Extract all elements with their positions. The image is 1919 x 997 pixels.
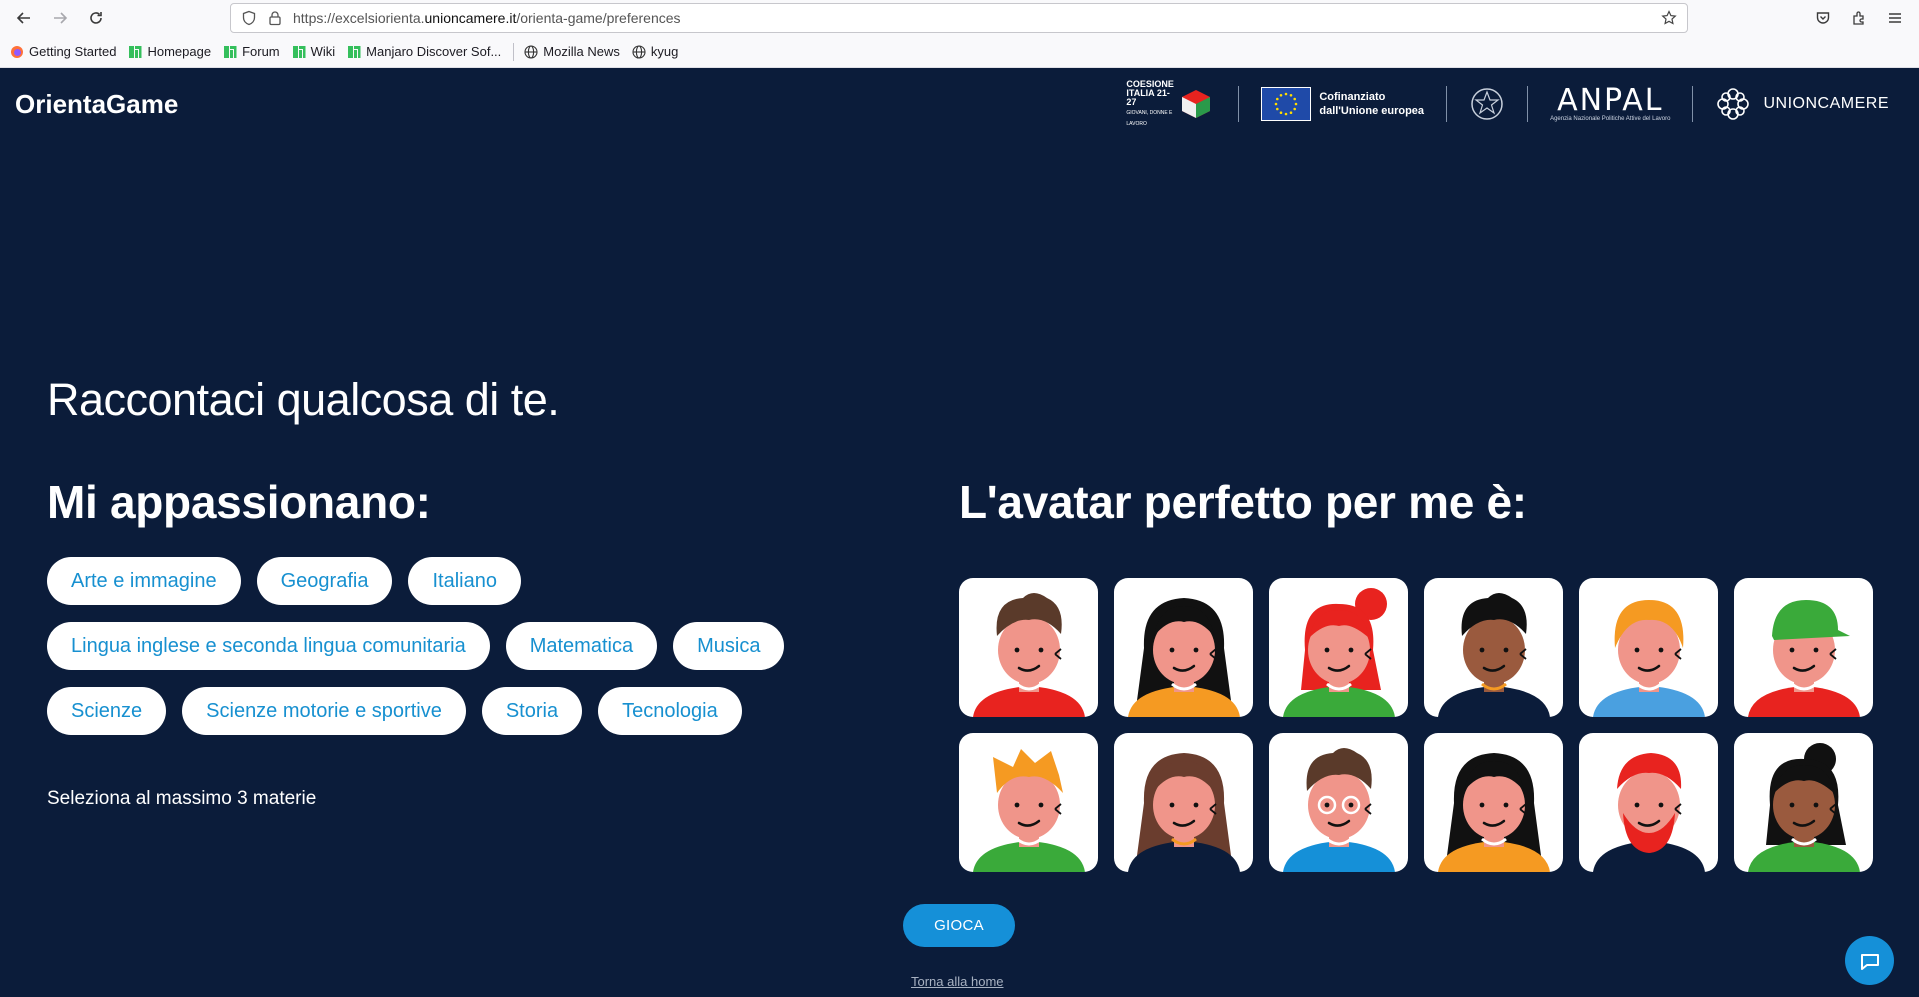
address-bar[interactable]: https://excelsiorienta.unioncamere.it/or… bbox=[230, 3, 1688, 33]
subject-chip[interactable]: Matematica bbox=[505, 622, 658, 670]
globe-icon bbox=[524, 44, 538, 59]
manjaro-icon bbox=[223, 45, 237, 59]
coesione-text: COESIONE ITALIA 21-27 bbox=[1126, 78, 1174, 107]
subject-chip[interactable]: Arte e immagine bbox=[47, 557, 241, 605]
partner-logos: COESIONE ITALIA 21-27 GIOVANI, DONNE E LA… bbox=[1126, 79, 1889, 128]
back-arrow-icon[interactable] bbox=[10, 4, 38, 32]
bookmark-label: kyug bbox=[650, 44, 679, 59]
subjects-heading: Mi appassionano: bbox=[47, 476, 431, 528]
manjaro-icon bbox=[128, 45, 142, 59]
logo-divider bbox=[1527, 86, 1529, 122]
logo-divider bbox=[1446, 86, 1448, 122]
bookmark-homepage[interactable]: Homepage bbox=[128, 44, 211, 59]
subject-chip[interactable]: Musica bbox=[673, 622, 785, 670]
avatar-grid bbox=[959, 578, 1873, 872]
avatar-option[interactable] bbox=[1734, 733, 1873, 872]
avatar-option[interactable] bbox=[959, 733, 1098, 872]
manjaro-icon bbox=[292, 45, 306, 59]
unioncamere-knot-icon bbox=[1717, 88, 1750, 120]
avatar-option[interactable] bbox=[1424, 733, 1563, 872]
menu-hamburger-icon[interactable] bbox=[1881, 4, 1909, 32]
bookmark-label: Getting Started bbox=[29, 44, 117, 59]
bookmark-separator bbox=[513, 42, 515, 61]
brand-title[interactable]: OrientaGame bbox=[15, 89, 178, 120]
logo-divider bbox=[1238, 86, 1240, 122]
avatar-heading: L'avatar perfetto per me è: bbox=[959, 476, 1527, 528]
reload-icon[interactable] bbox=[82, 4, 110, 32]
chat-button[interactable] bbox=[1845, 936, 1894, 985]
avatar-option[interactable] bbox=[1269, 578, 1408, 717]
unioncamere-text: UNIONCAMERE bbox=[1763, 95, 1889, 112]
chip-row: Arte e immagine Geografia Italiano bbox=[47, 557, 807, 605]
anpal-logo: ANPAL Agenzia Nazionale Politiche Attive… bbox=[1550, 83, 1671, 123]
chip-row: Scienze Scienze motorie e sportive Stori… bbox=[47, 687, 807, 735]
bookmark-mozilla-news[interactable]: Mozilla News bbox=[524, 44, 620, 59]
bookmark-label: Mozilla News bbox=[543, 44, 620, 59]
back-home-link[interactable]: Torna alla home bbox=[911, 974, 1004, 989]
bookmark-forum[interactable]: Forum bbox=[223, 44, 280, 59]
subject-chip[interactable]: Scienze motorie e sportive bbox=[182, 687, 466, 735]
avatar-option[interactable] bbox=[1269, 733, 1408, 872]
chat-icon bbox=[1860, 953, 1879, 970]
bookmark-label: Homepage bbox=[147, 44, 212, 59]
bookmarks-bar: Getting Started Homepage Forum Wiki Manj… bbox=[0, 36, 1919, 68]
subject-chip[interactable]: Storia bbox=[481, 687, 583, 735]
subject-chip[interactable]: Geografia bbox=[256, 557, 393, 605]
pocket-icon[interactable] bbox=[1809, 4, 1837, 32]
subject-chip[interactable]: Tecnologia bbox=[598, 687, 742, 735]
anpal-text: ANPAL bbox=[1557, 83, 1664, 118]
unioncamere-logo: UNIONCAMERE bbox=[1715, 86, 1889, 122]
avatar-option[interactable] bbox=[959, 578, 1098, 717]
subject-chip[interactable]: Lingua inglese e seconda lingua comunita… bbox=[47, 622, 490, 670]
forward-arrow-icon[interactable] bbox=[46, 4, 74, 32]
eu-text-line2: dall'Unione europea bbox=[1319, 105, 1425, 117]
coesione-cube-icon bbox=[1182, 90, 1211, 118]
bookmark-manjaro-discover[interactable]: Manjaro Discover Sof... bbox=[347, 44, 501, 59]
coesione-italia-logo: COESIONE ITALIA 21-27 GIOVANI, DONNE E LA… bbox=[1126, 79, 1216, 127]
avatar-option[interactable] bbox=[1579, 578, 1718, 717]
intro-heading: Raccontaci qualcosa di te. bbox=[47, 374, 560, 425]
bookmark-getting-started[interactable]: Getting Started bbox=[10, 44, 116, 59]
shield-icon[interactable] bbox=[241, 10, 257, 26]
subject-chip[interactable]: Italiano bbox=[408, 557, 521, 605]
manjaro-icon bbox=[347, 45, 361, 59]
subject-chips: Arte e immagine Geografia Italiano Lingu… bbox=[47, 557, 807, 752]
avatar-option[interactable] bbox=[1734, 578, 1873, 717]
globe-icon bbox=[632, 44, 646, 59]
extensions-icon[interactable] bbox=[1845, 4, 1873, 32]
avatar-option[interactable] bbox=[1114, 578, 1253, 717]
selection-hint: Seleziona al massimo 3 materie bbox=[47, 788, 317, 809]
bookmark-kyug[interactable]: kyug bbox=[632, 44, 678, 59]
bookmark-label: Forum bbox=[242, 44, 280, 59]
avatar-option[interactable] bbox=[1424, 578, 1563, 717]
preferences-page: Raccontaci qualcosa di te. Mi appassiona… bbox=[0, 140, 1919, 997]
avatar-option[interactable] bbox=[1579, 733, 1718, 872]
subject-chip[interactable]: Scienze bbox=[47, 687, 167, 735]
browser-toolbar: https://excelsiorienta.unioncamere.it/or… bbox=[0, 0, 1919, 36]
firefox-icon bbox=[10, 45, 24, 59]
bookmark-wiki[interactable]: Wiki bbox=[292, 44, 336, 59]
lock-icon[interactable] bbox=[267, 10, 283, 26]
avatar-option[interactable] bbox=[1114, 733, 1253, 872]
bookmark-label: Wiki bbox=[310, 44, 336, 59]
anpal-subtext: Agenzia Nazionale Politiche Attive del L… bbox=[1550, 116, 1671, 122]
play-button[interactable]: GIOCA bbox=[903, 904, 1015, 947]
bookmark-label: Manjaro Discover Sof... bbox=[366, 44, 502, 59]
eu-flag-icon bbox=[1261, 87, 1312, 121]
italian-republic-emblem-icon bbox=[1469, 86, 1505, 122]
bookmark-star-icon[interactable] bbox=[1661, 10, 1677, 26]
logo-divider bbox=[1692, 86, 1694, 122]
eu-cofinanced-logo: Cofinanziato dall'Unione europea bbox=[1261, 87, 1424, 121]
eu-text-line1: Cofinanziato bbox=[1319, 91, 1386, 103]
url-text[interactable]: https://excelsiorienta.unioncamere.it/or… bbox=[293, 10, 1661, 26]
coesione-subtext: GIOVANI, DONNE E LAVORO bbox=[1126, 109, 1173, 127]
app-header: OrientaGame COESIONE ITALIA 21-27 GIOVANI… bbox=[0, 68, 1919, 140]
chip-row: Lingua inglese e seconda lingua comunita… bbox=[47, 622, 807, 670]
